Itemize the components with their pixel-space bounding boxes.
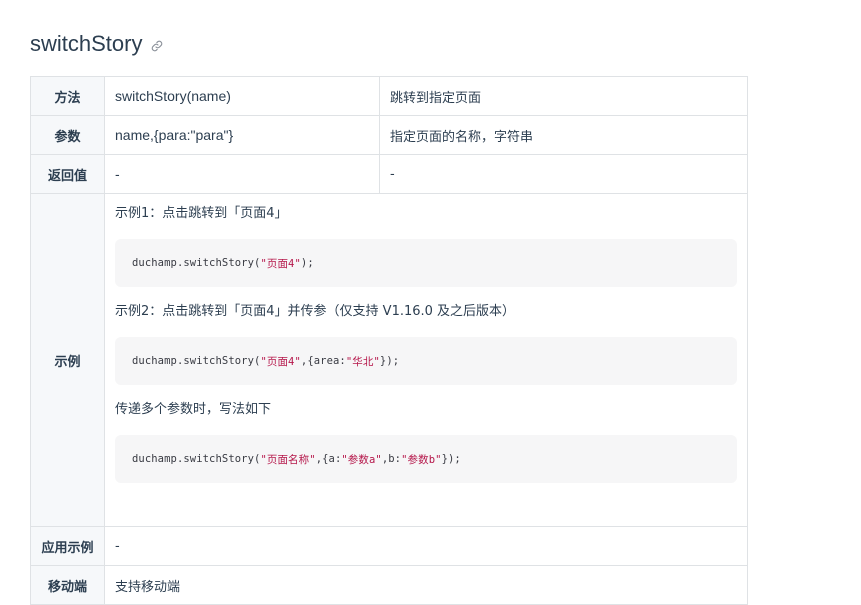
row-value-mobile: 支持移动端 bbox=[104, 565, 748, 605]
row-key-params: 参数 bbox=[30, 115, 105, 155]
code-token: ,{a: bbox=[315, 453, 342, 465]
code-token: ,{area: bbox=[300, 355, 346, 367]
row-key-usage: 应用示例 bbox=[30, 526, 105, 566]
row-value-usage: - bbox=[104, 526, 748, 566]
row-desc-returns: - bbox=[379, 154, 748, 194]
code-string: "页面4" bbox=[260, 257, 301, 270]
code-token: }); bbox=[441, 453, 461, 465]
row-desc-params: 指定页面的名称，字符串 bbox=[379, 115, 748, 155]
example-content: 示例1：点击跳转到「页面4」 duchamp.switchStory("页面4"… bbox=[104, 193, 748, 527]
row-value-method: switchStory(name) bbox=[104, 76, 380, 116]
example-2-text: 示例2：点击跳转到「页面4」并传参（仅支持 V1.16.0 及之后版本） bbox=[115, 304, 516, 319]
code-string: "华北" bbox=[345, 355, 380, 368]
code-token: }); bbox=[379, 355, 400, 367]
table-row-example: 示例 示例1：点击跳转到「页面4」 duchamp.switchStory("页… bbox=[30, 193, 748, 527]
row-key-mobile: 移动端 bbox=[30, 565, 105, 605]
row-value-returns: - bbox=[104, 154, 380, 194]
code-token: duchamp.switchStory( bbox=[132, 355, 261, 367]
table-row-method: 方法 switchStory(name) 跳转到指定页面 bbox=[30, 76, 748, 116]
example-3-code[interactable]: duchamp.switchStory("页面名称" ,{a: "参数a" ,b: "参… bbox=[115, 435, 737, 483]
example-1-code[interactable]: duchamp.switchStory("页面4"); bbox=[115, 239, 737, 287]
row-key-returns: 返回值 bbox=[30, 154, 105, 194]
code-token: duchamp.switchStory( bbox=[132, 453, 261, 465]
example-1-text: 示例1：点击跳转到「页面4」 bbox=[115, 206, 288, 221]
table-row-params: 参数 name,{para:"para"} 指定页面的名称，字符串 bbox=[30, 115, 748, 155]
code-string: "页面名称" bbox=[260, 453, 316, 466]
page-title-row: switchStory bbox=[30, 27, 163, 61]
code-token: ,b: bbox=[381, 453, 402, 465]
row-value-params: name,{para:"para"} bbox=[104, 115, 380, 155]
code-token: ); bbox=[300, 257, 314, 269]
code-string: "参数a" bbox=[341, 453, 382, 466]
code-string: "参数b" bbox=[401, 453, 442, 466]
example-3-text: 传递多个参数时，写法如下 bbox=[115, 402, 272, 417]
row-key-example: 示例 bbox=[30, 193, 105, 527]
api-table: 方法 switchStory(name) 跳转到指定页面 参数 name,{pa… bbox=[30, 76, 748, 605]
row-desc-method: 跳转到指定页面 bbox=[379, 76, 748, 116]
table-row-mobile: 移动端 支持移动端 bbox=[30, 565, 748, 605]
table-row-usage: 应用示例 - bbox=[30, 526, 748, 566]
link-icon[interactable] bbox=[151, 40, 163, 52]
code-token: duchamp.switchStory( bbox=[132, 257, 261, 269]
table-row-returns: 返回值 - - bbox=[30, 154, 748, 194]
example-2-code[interactable]: duchamp.switchStory("页面4" ,{area: "华北"}); bbox=[115, 337, 737, 385]
row-key-method: 方法 bbox=[30, 76, 105, 116]
code-string: "页面4" bbox=[260, 355, 301, 368]
page-title: switchStory bbox=[30, 31, 143, 56]
